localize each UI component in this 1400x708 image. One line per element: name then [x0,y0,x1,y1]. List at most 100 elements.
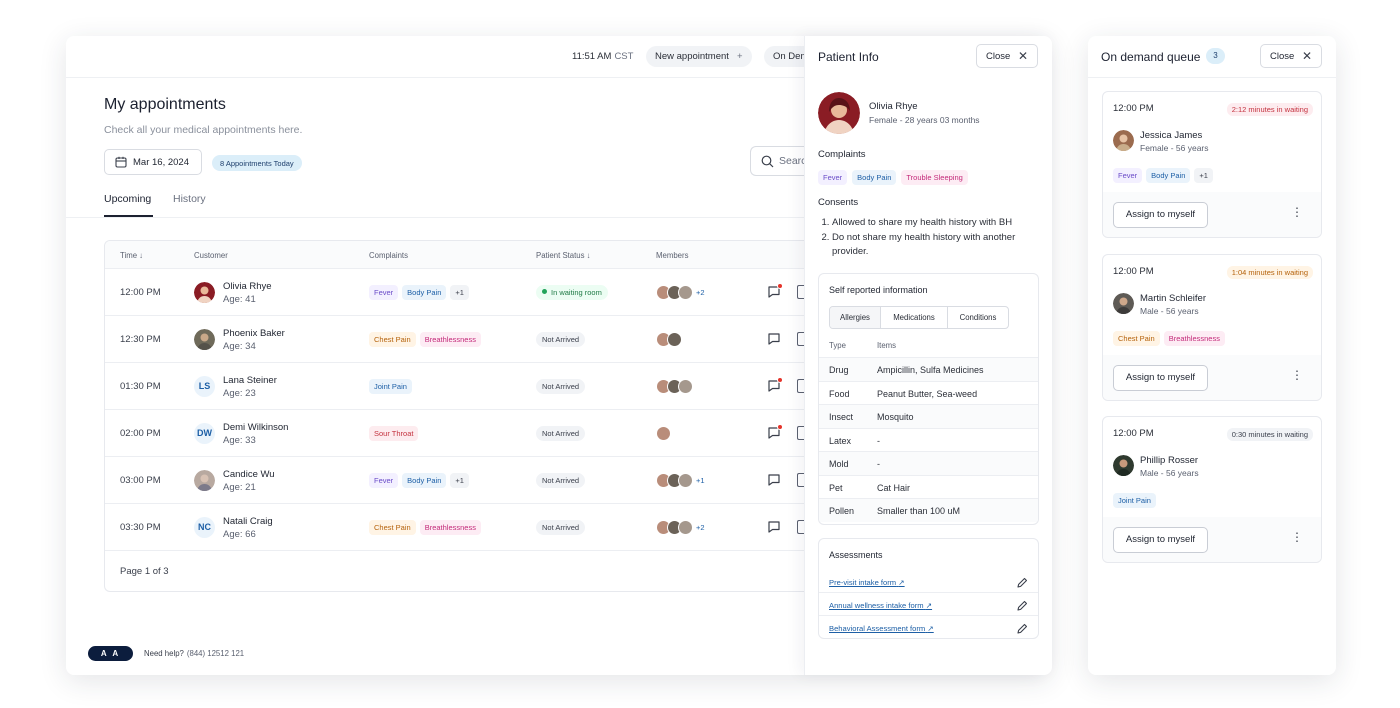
close-button[interactable]: Close ✕ [1260,44,1322,68]
customer-name: Candice Wu [223,469,275,480]
unread-dot [777,377,783,383]
appointment-time: 02:00 PM [120,428,161,439]
queue-card: 12:00 PM 0:30 minutes in waiting Phillip… [1102,416,1322,563]
clipboard-icon[interactable] [797,332,804,346]
assign-to-myself-button[interactable]: Assign to myself [1113,202,1208,228]
allergy-items: - [877,459,880,469]
complaint-tag: Chest Pain [369,520,416,535]
complaint-tag: Body Pain [402,285,447,300]
external-link-icon: ↗ [927,624,934,633]
allergy-row: Insect Mosquito [819,404,1038,428]
new-appointment-button[interactable]: New appointment + [646,46,752,67]
clipboard-icon[interactable] [797,426,804,440]
unread-dot [777,424,783,430]
customer-age: Age: 34 [223,341,256,352]
close-button[interactable]: Close ✕ [976,44,1038,68]
members-avatars[interactable]: +2 [656,520,705,535]
on-demand-button[interactable]: On Demand [764,46,804,67]
close-icon: ✕ [1301,49,1312,63]
chat-icon[interactable] [767,283,783,299]
column-complaints: Complaints [369,251,408,260]
allergy-row: Drug Ampicillin, Sulfa Medicines [819,357,1038,381]
arrow-down-icon: ↓ [139,251,144,260]
more-options-icon[interactable]: ⋮ [1291,531,1303,543]
table-row[interactable]: 03:00 PM Candice Wu Age: 21 Fever Body Pa… [105,457,804,504]
edit-icon[interactable] [1016,576,1028,588]
table-header: Time ↓ Customer Complaints Patient Statu… [105,241,804,269]
status-badge: In waiting room [536,285,608,300]
tab-upcoming[interactable]: Upcoming [104,193,151,205]
chat-icon[interactable] [767,332,781,346]
avatar [194,282,215,303]
tab-medications[interactable]: Medications [881,307,948,328]
waiting-badge: 0:30 minutes in waiting [1226,428,1313,441]
complaint-tag: +1 [450,285,469,300]
on-demand-queue-panel: On demand queue 3 Close ✕ 12:00 PM 2:12 m… [1088,36,1336,675]
complaint-tag: Trouble Sleeping [901,170,968,185]
assessment-link[interactable]: Pre-visit intake form ↗ [829,578,905,587]
members-avatars[interactable]: +2 [656,285,705,300]
allergy-table-header: Type Items [829,341,897,350]
edit-icon[interactable] [1016,599,1028,611]
tab-allergies[interactable]: Allergies [830,307,881,328]
chat-icon[interactable] [767,520,781,534]
search-input[interactable]: Search [750,146,810,176]
chat-icon[interactable] [767,473,781,487]
complaint-tag: Body Pain [402,473,447,488]
allergy-type: Food [829,388,850,399]
column-time[interactable]: Time ↓ [120,251,143,260]
date-picker-button[interactable]: Mar 16, 2024 [104,149,202,175]
table-row[interactable]: 12:30 PM Phoenix Baker Age: 34 Chest Pai… [105,316,804,363]
member-avatar [656,426,671,441]
customer-name: Demi Wilkinson [223,422,289,433]
allergy-row: Food Peanut Butter, Sea-weed [819,380,1038,405]
more-options-icon[interactable]: ⋮ [1291,206,1303,218]
member-avatar [678,379,693,394]
pagination-label: Page 1 of 3 [120,566,169,577]
edit-icon[interactable] [1016,622,1028,634]
queue-patient-name: Jessica James [1140,130,1203,141]
tab-history[interactable]: History [173,193,206,205]
status-badge: Not Arrived [536,332,586,347]
members-avatars[interactable] [656,379,693,394]
more-options-icon[interactable]: ⋮ [1291,369,1303,381]
queue-card: 12:00 PM 2:12 minutes in waiting Jessica… [1102,91,1322,238]
chat-icon[interactable] [767,377,783,393]
table-row[interactable]: 01:30 PM LS Lana Steiner Age: 23 Joint P… [105,363,804,410]
table-row[interactable]: 12:00 PM Olivia Rhye Age: 41 Fever Body P… [105,269,804,316]
table-row[interactable]: 03:30 PM NC Natali Craig Age: 66 Chest P… [105,504,804,551]
appointment-time: 12:00 PM [120,287,161,298]
column-patient-status[interactable]: Patient Status ↓ [536,251,591,260]
appointment-time: 03:00 PM [120,475,161,486]
member-avatar [678,285,693,300]
assign-to-myself-button[interactable]: Assign to myself [1113,364,1208,391]
panel-title: Patient Info [818,50,879,64]
assign-to-myself-button[interactable]: Assign to myself [1113,527,1208,553]
table-row[interactable]: 02:00 PM DW Demi Wilkinson Age: 33 Sour … [105,410,804,457]
clipboard-icon[interactable] [797,520,804,534]
help-text: Need help? (844) 12512 121 [144,649,245,658]
tab-conditions[interactable]: Conditions [948,307,1008,328]
complaint-tags: Chest Pain Breathlessness [1113,330,1225,346]
member-avatar [678,520,693,535]
clock: 11:51 AM CST [572,51,634,62]
clipboard-icon[interactable] [797,473,804,487]
font-size-toggle[interactable]: A A [88,646,133,661]
members-avatars[interactable] [656,332,682,347]
complaint-tag: Body Pain [852,170,897,185]
patient-info-panel: Patient Info Close ✕ Olivia Rhye Female -… [804,36,1052,675]
appointment-time: 03:30 PM [120,522,161,533]
assessment-link[interactable]: Annual wellness intake form ↗ [829,601,932,610]
allergy-row: Pet Cat Hair [819,474,1038,499]
customer-name: Lana Steiner [223,375,277,386]
chat-icon[interactable] [767,424,783,440]
complaint-tags: Sour Throat [369,426,419,441]
allergy-items: - [877,435,880,446]
clipboard-icon[interactable] [797,285,804,299]
members-avatars[interactable] [656,426,671,441]
assessment-link[interactable]: Behavioral Assessment form ↗ [829,624,934,633]
appointments-today-badge: 8 Appointments Today [212,155,302,171]
members-avatars[interactable]: +1 [656,473,705,488]
clipboard-icon[interactable] [797,379,804,393]
customer-name: Phoenix Baker [223,328,285,339]
